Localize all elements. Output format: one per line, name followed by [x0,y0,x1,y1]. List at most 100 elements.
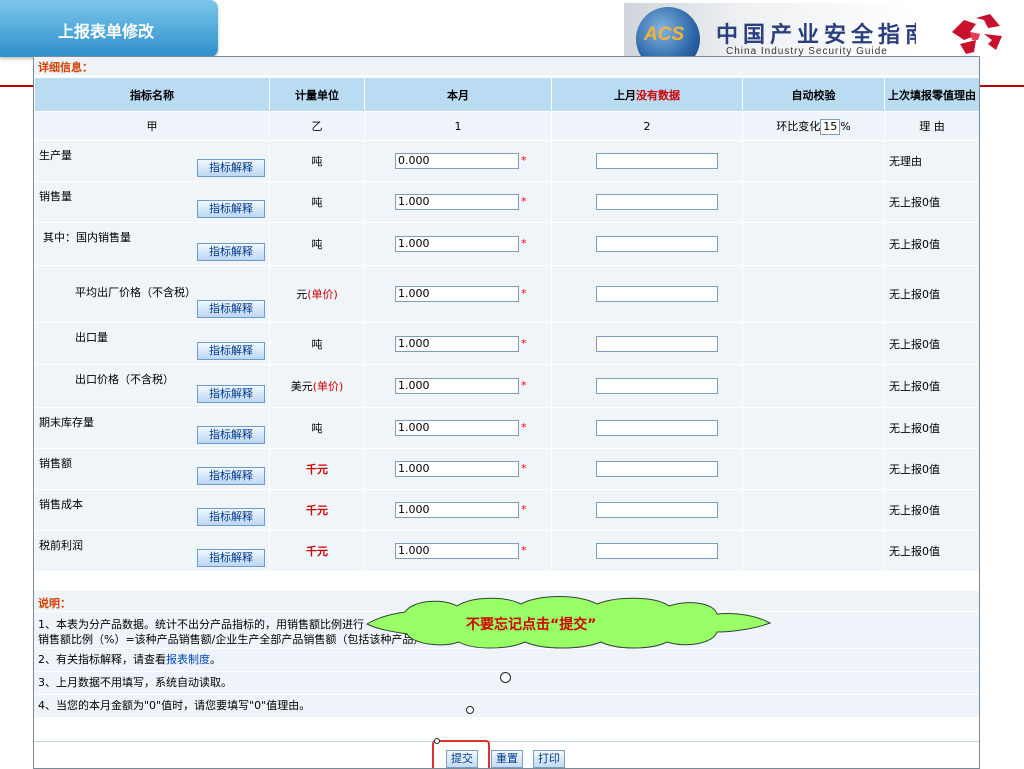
unit-price-tag: (单价) [307,288,338,301]
unit-text: 千元 [306,545,328,558]
current-month-cell: 1.000 * [364,364,552,408]
current-month-input[interactable]: 1.000 [395,335,519,352]
last-month-input[interactable] [596,335,718,352]
explain-button[interactable]: 指标解释 [197,159,265,177]
submit-button[interactable]: 提交 [446,750,478,768]
auto-check-cell [742,140,885,182]
last-month-input[interactable] [596,286,718,302]
current-month-input[interactable]: 1.000 [395,543,519,559]
auto-check-prefix: 环比变化 [776,119,821,133]
required-mark: * [521,195,527,208]
required-mark: * [521,503,527,516]
indicator-name-cell: 税前利润 指标解释 [34,530,270,572]
unit-cell: 吨 [269,181,365,223]
explain-button[interactable]: 指标解释 [197,426,265,444]
col-header-name: 指标名称 [34,77,270,112]
indicator-name: 销售额 [39,457,72,470]
auto-check-cell [742,222,885,266]
required-mark: * [521,544,527,557]
unit-cell: 吨 [269,222,365,266]
note-2-prefix: 2、有关指标解释，请查看 [38,653,166,666]
indicator-name-cell: 销售成本 指标解释 [34,489,270,531]
reset-button[interactable]: 重置 [491,750,523,768]
current-month-cell: 1.000 * [364,407,552,449]
auto-check-cell [742,489,885,531]
explain-button[interactable]: 指标解释 [197,549,265,567]
current-month-input[interactable]: 1.000 [395,286,519,302]
last-month-input[interactable] [596,153,718,169]
col-header-last: 上月没有数据 [551,77,743,112]
zero-reason-cell: 无上报0值 [884,181,979,223]
last-month-input[interactable] [596,543,718,559]
auto-check-cell [742,364,885,408]
callout-tail-dot [434,738,440,744]
indicator-name-cell: 期末库存量 指标解释 [34,407,270,449]
last-month-cell [551,181,743,223]
zero-reason-cell: 无上报0值 [884,265,979,323]
last-month-cell [551,448,743,490]
last-month-input[interactable] [596,236,718,252]
required-mark: * [521,287,527,300]
last-month-input[interactable] [596,378,718,394]
last-month-input[interactable] [596,461,718,477]
current-month-input[interactable]: 0.000 [395,153,519,169]
indicator-name: 税前利润 [39,539,83,552]
last-month-input[interactable] [596,420,718,436]
required-mark: * [521,336,527,350]
last-month-input[interactable] [596,194,718,210]
unit-cell: 美元(单价) [269,364,365,408]
indicator-table: 指标名称 计量单位 本月 上月没有数据 自动校验 上次填报零值理由 甲 乙 1 … [34,77,979,572]
explain-button[interactable]: 指标解释 [197,200,265,218]
indicator-name-cell: 其中：国内销售量 指标解释 [34,222,270,266]
indicator-name-cell: 出口价格（不含税） 指标解释 [34,364,270,408]
current-month-input[interactable]: 1.000 [395,420,519,436]
explain-button[interactable]: 指标解释 [197,243,265,261]
change-percent-input[interactable]: 15 [820,118,841,135]
col-header-reason: 上次填报零值理由 [884,77,979,112]
indicator-name: 出口价格（不含税） [75,373,174,386]
acs-badge: ACS [644,24,685,45]
col-header-unit: 计量单位 [269,77,365,112]
table-row: 税前利润 指标解释 千元 1.000 * 无上报0值 [34,530,979,572]
explain-button[interactable]: 指标解释 [197,342,265,360]
unit-text: 元 [296,288,308,301]
table-row: 期末库存量 指标解释 吨 1.000 * 无上报0值 [34,407,979,449]
explain-button[interactable]: 指标解释 [197,300,265,318]
code-reason: 理 由 [884,111,979,141]
current-month-input[interactable]: 1.000 [395,502,519,518]
indicator-name: 销售成本 [39,498,83,511]
indicator-name-cell: 销售量 指标解释 [34,181,270,223]
report-system-link[interactable]: 报表制度 [166,653,210,666]
auto-check-cell [742,322,885,365]
unit-text: 千元 [306,504,328,517]
note-4: 4、当您的本月金额为"0"值时，请您要填写"0"值理由。 [34,694,979,717]
current-month-input[interactable]: 1.000 [395,461,519,477]
current-month-cell: 0.000 * [364,140,552,182]
indicator-name: 平均出厂价格（不含税） [75,286,196,299]
explain-button[interactable]: 指标解释 [197,385,265,403]
zero-reason-cell: 无理由 [884,140,979,182]
col-header-current: 本月 [364,77,552,112]
table-row: 销售额 指标解释 千元 1.000 * 无上报0值 [34,448,979,490]
callout-tail-dot [500,672,511,683]
table-row: 平均出厂价格（不含税） 指标解释 元(单价) 1.000 * 无上报0值 [34,265,979,323]
column-code-row: 甲 乙 1 2 环比变化 15% 理 由 [34,111,979,141]
unit-cell: 千元 [269,530,365,572]
current-month-cell: 1.000 * [364,222,552,266]
explain-button[interactable]: 指标解释 [197,508,265,526]
zero-reason-cell: 无上报0值 [884,364,979,408]
last-month-cell [551,140,743,182]
explain-button[interactable]: 指标解释 [197,467,265,485]
current-month-input[interactable]: 1.000 [395,194,519,210]
note-1-line-1: 1、本表为分产品数据。统计不出分产品指标的，用销售额比例进行 [38,618,364,631]
required-mark: * [521,237,527,250]
last-month-input[interactable] [596,502,718,518]
table-row: 销售量 指标解释 吨 1.000 * 无上报0值 [34,181,979,223]
page-title: 上报表单修改 [58,22,155,41]
indicator-name-cell: 生产量 指标解释 [34,140,270,182]
auto-check-setting: 环比变化 15% [742,111,885,141]
current-month-input[interactable]: 1.000 [395,378,519,394]
current-month-input[interactable]: 1.000 [395,236,519,252]
current-month-cell: 1.000 * [364,530,552,572]
print-button[interactable]: 打印 [533,750,565,768]
